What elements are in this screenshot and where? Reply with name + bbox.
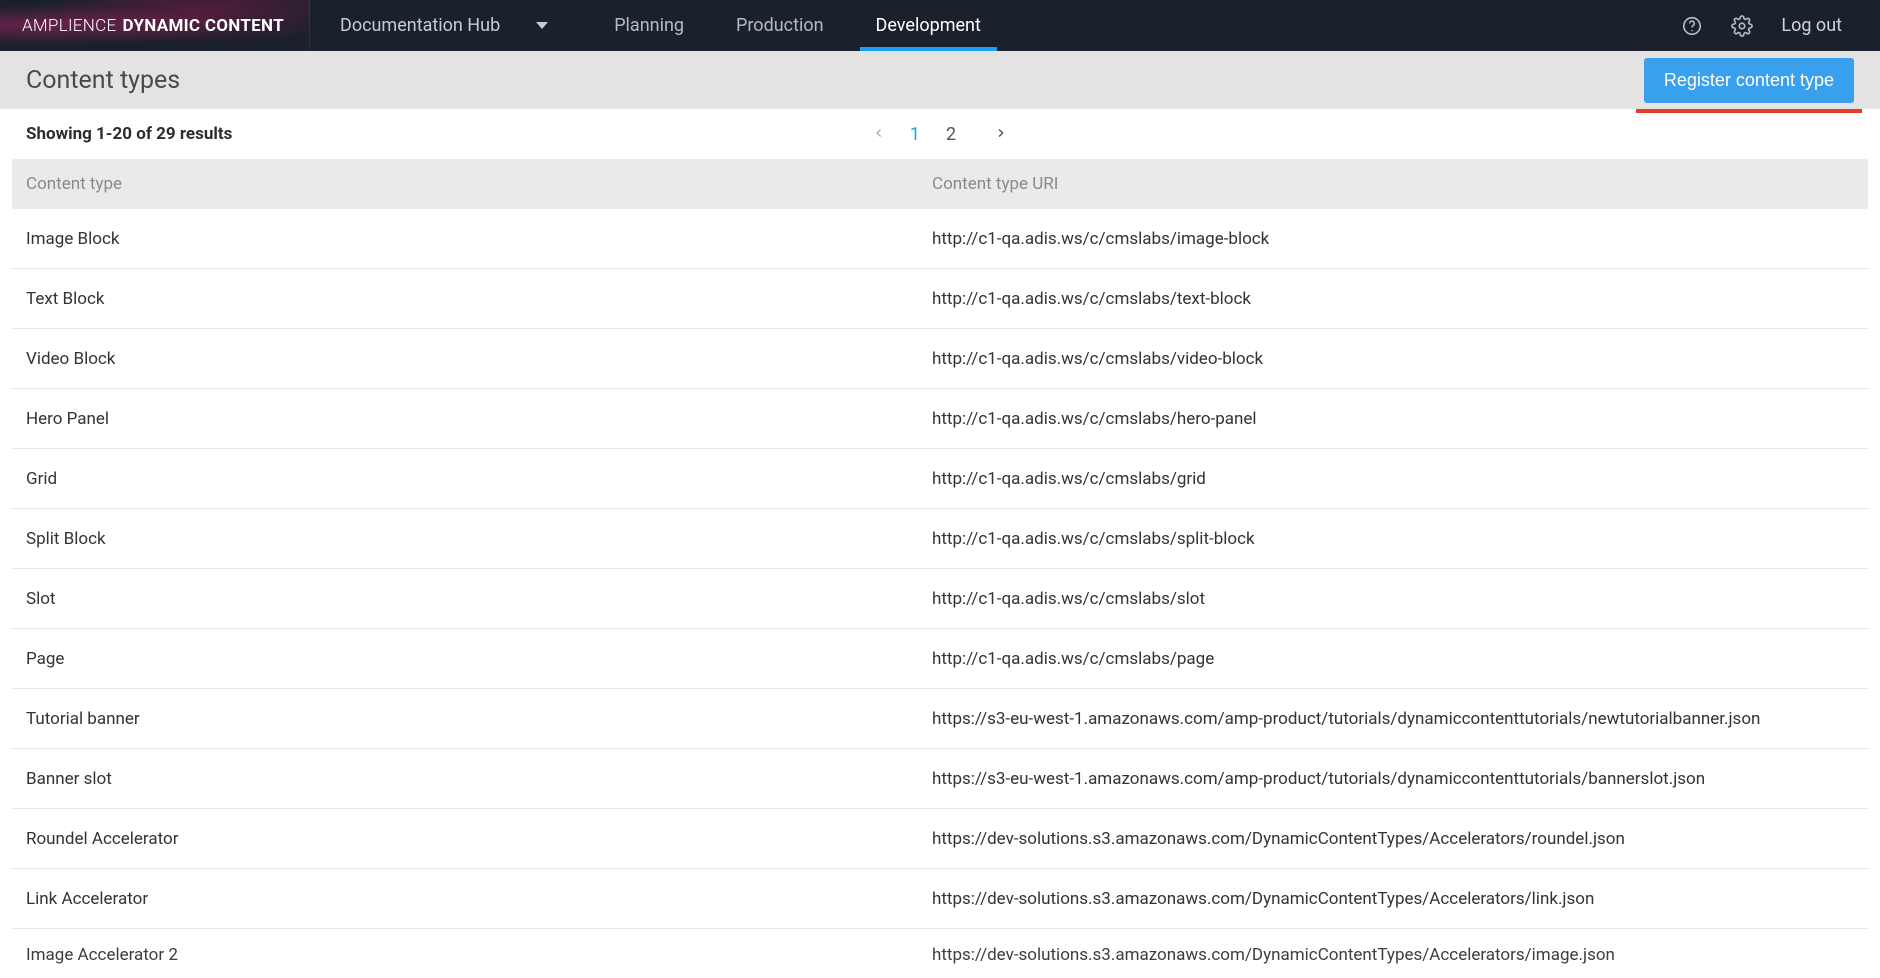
row-uri: http://c1-qa.adis.ws/c/cmslabs/grid [932, 469, 1868, 489]
row-name: Image Block [12, 229, 932, 249]
row-name: Text Block [12, 289, 932, 309]
table-row[interactable]: Pagehttp://c1-qa.adis.ws/c/cmslabs/page [12, 629, 1868, 689]
row-uri: https://dev-solutions.s3.amazonaws.com/D… [932, 829, 1868, 849]
table-row[interactable]: Roundel Acceleratorhttps://dev-solutions… [12, 809, 1868, 869]
row-name: Banner slot [12, 769, 932, 789]
register-content-type-button[interactable]: Register content type [1644, 58, 1854, 103]
page-next-icon[interactable] [994, 124, 1008, 145]
hub-selector-label: Documentation Hub [340, 15, 500, 36]
row-name: Tutorial banner [12, 709, 932, 729]
row-name: Roundel Accelerator [12, 829, 932, 849]
col-header-uri: Content type URI [932, 174, 1868, 194]
row-uri: http://c1-qa.adis.ws/c/cmslabs/split-blo… [932, 529, 1868, 549]
table-body: Image Blockhttp://c1-qa.adis.ws/c/cmslab… [12, 209, 1868, 929]
table-header: Content type Content type URI [12, 159, 1868, 209]
row-name: Slot [12, 589, 932, 609]
col-header-name: Content type [12, 174, 932, 194]
row-name: Video Block [12, 349, 932, 369]
table-row[interactable]: Split Blockhttp://c1-qa.adis.ws/c/cmslab… [12, 509, 1868, 569]
caret-down-icon [536, 22, 548, 29]
row-uri: http://c1-qa.adis.ws/c/cmslabs/hero-pane… [932, 409, 1868, 429]
row-uri: http://c1-qa.adis.ws/c/cmslabs/video-blo… [932, 349, 1868, 369]
table-row[interactable]: Gridhttp://c1-qa.adis.ws/c/cmslabs/grid [12, 449, 1868, 509]
table-row[interactable]: Text Blockhttp://c1-qa.adis.ws/c/cmslabs… [12, 269, 1868, 329]
results-bar: Showing 1-20 of 29 results 12 [0, 109, 1880, 159]
row-name: Hero Panel [12, 409, 932, 429]
page-2[interactable]: 2 [940, 122, 962, 147]
table-row[interactable]: Banner slothttps://s3-eu-west-1.amazonaw… [12, 749, 1868, 809]
row-name: Grid [12, 469, 932, 489]
logout-link[interactable]: Log out [1781, 15, 1842, 36]
table-row[interactable]: Hero Panelhttp://c1-qa.adis.ws/c/cmslabs… [12, 389, 1868, 449]
row-uri: http://c1-qa.adis.ws/c/cmslabs/image-blo… [932, 229, 1868, 249]
row-uri: http://c1-qa.adis.ws/c/cmslabs/text-bloc… [932, 289, 1868, 309]
table-row[interactable]: Slothttp://c1-qa.adis.ws/c/cmslabs/slot [12, 569, 1868, 629]
table-row-partial[interactable]: Image Accelerator 2 https://dev-solution… [12, 929, 1868, 965]
brand-bold: DYNAMIC CONTENT [122, 16, 283, 36]
nav-tab-production[interactable]: Production [710, 0, 850, 51]
row-name: Page [12, 649, 932, 669]
row-uri: https://s3-eu-west-1.amazonaws.com/amp-p… [932, 769, 1868, 789]
page-1[interactable]: 1 [904, 122, 926, 147]
subheader: Content types Register content type [0, 51, 1880, 109]
pagination: 12 [872, 124, 1008, 145]
topbar-right: Log out [1681, 0, 1880, 51]
row-uri: http://c1-qa.adis.ws/c/cmslabs/page [932, 649, 1868, 669]
row-uri: http://c1-qa.adis.ws/c/cmslabs/slot [932, 589, 1868, 609]
hub-selector[interactable]: Documentation Hub [310, 0, 588, 51]
row-name: Link Accelerator [12, 889, 932, 909]
nav-tab-development[interactable]: Development [850, 0, 1007, 51]
row-uri: https://s3-eu-west-1.amazonaws.com/amp-p… [932, 709, 1868, 729]
table-row[interactable]: Link Acceleratorhttps://dev-solutions.s3… [12, 869, 1868, 929]
page-title: Content types [26, 66, 180, 95]
row-uri: https://dev-solutions.s3.amazonaws.com/D… [932, 889, 1868, 909]
table-row[interactable]: Video Blockhttp://c1-qa.adis.ws/c/cmslab… [12, 329, 1868, 389]
brand-logo: AMPLIENCE DYNAMIC CONTENT [0, 0, 310, 51]
results-count: Showing 1-20 of 29 results [26, 124, 232, 144]
nav-tabs: PlanningProductionDevelopment [588, 0, 1007, 51]
brand-light: AMPLIENCE [22, 16, 116, 36]
table-row[interactable]: Image Blockhttp://c1-qa.adis.ws/c/cmslab… [12, 209, 1868, 269]
row-name: Image Accelerator 2 [12, 945, 932, 965]
register-wrap: Register content type [1644, 58, 1854, 103]
settings-gear-icon[interactable] [1731, 15, 1753, 37]
row-uri: https://dev-solutions.s3.amazonaws.com/D… [932, 945, 1868, 965]
help-icon[interactable] [1681, 15, 1703, 37]
row-name: Split Block [12, 529, 932, 549]
nav-tab-planning[interactable]: Planning [588, 0, 710, 51]
content-type-table: Content type Content type URI Image Bloc… [0, 159, 1880, 965]
page-prev-icon[interactable] [872, 124, 886, 145]
topbar: AMPLIENCE DYNAMIC CONTENT Documentation … [0, 0, 1880, 51]
table-row[interactable]: Tutorial bannerhttps://s3-eu-west-1.amaz… [12, 689, 1868, 749]
